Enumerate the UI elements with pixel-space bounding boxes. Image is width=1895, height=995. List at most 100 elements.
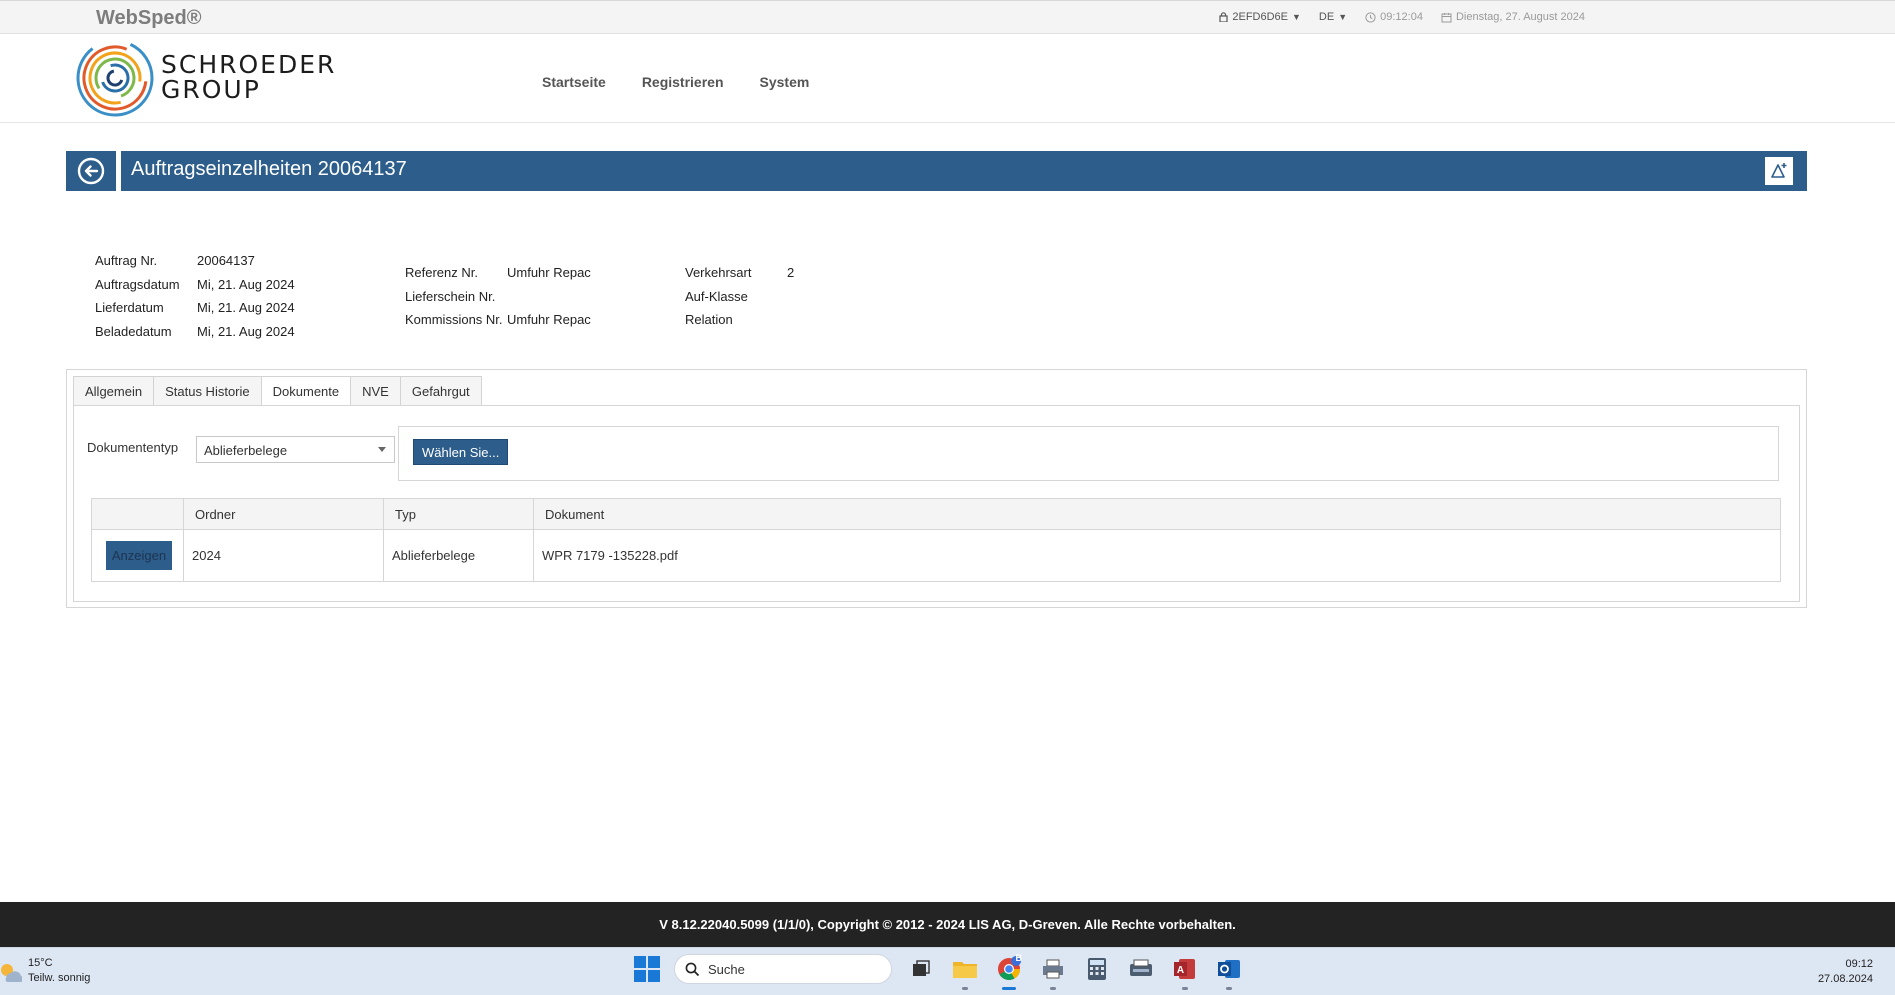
add-alert-button[interactable]: [1765, 157, 1793, 185]
info-value: Umfuhr Repac: [507, 265, 591, 280]
running-indicator: [962, 987, 968, 990]
info-row: Lieferdatum Mi, 21. Aug 2024: [95, 300, 295, 324]
table-cell-document: WPR 7179 -135228.pdf: [542, 548, 678, 563]
taskbar-apps: Suche B A: [634, 953, 1244, 990]
calculator-icon[interactable]: [1082, 954, 1112, 984]
info-row: Verkehrsart 2: [685, 265, 794, 289]
weather-desc: Teilw. sonnig: [28, 972, 91, 984]
caret-down-icon: ▼: [1292, 12, 1301, 22]
back-button[interactable]: [66, 151, 116, 191]
order-info-left: Auftrag Nr. 20064137 Auftragsdatum Mi, 21.…: [95, 253, 295, 347]
access-icon[interactable]: A: [1170, 954, 1200, 990]
info-label: Verkehrsart: [685, 265, 752, 280]
table-row: Anzeigen 2024 Ablieferbelege WPR 7179 -1…: [92, 530, 1780, 581]
info-row: Relation: [685, 312, 794, 336]
tab-general[interactable]: Allgemein: [73, 376, 154, 406]
info-label: Lieferschein Nr.: [405, 288, 496, 304]
column-header-folder: Ordner: [184, 499, 384, 529]
logo-text: SCHROEDER GROUP: [161, 52, 336, 102]
table-cell-folder: 2024: [184, 530, 384, 581]
upload-box: Wählen Sie...: [398, 426, 1779, 481]
system-clock[interactable]: 09:12 27.08.2024: [1818, 957, 1873, 987]
warning-plus-icon: [1771, 163, 1787, 178]
printer-icon[interactable]: [1038, 954, 1068, 990]
top-bar: WebSped® 2EFD6D6E ▼ DE ▼ 09:12:04 Dienst…: [0, 0, 1895, 34]
language-menu[interactable]: DE ▼: [1319, 11, 1347, 23]
info-row: Referenz Nr. Umfuhr Repac: [405, 265, 591, 289]
table-header: Ordner Typ Dokument: [92, 499, 1780, 530]
session-menu[interactable]: 2EFD6D6E ▼: [1219, 11, 1301, 23]
caret-down-icon: ▼: [1338, 12, 1348, 22]
choose-file-button[interactable]: Wählen Sie...: [413, 439, 509, 465]
caret-down-icon: [378, 447, 386, 452]
order-info-right: Verkehrsart 2 Auf-Klasse Relation: [685, 265, 794, 336]
clock-icon: [1365, 11, 1376, 23]
date-value: Dienstag, 27. August 2024: [1455, 11, 1585, 23]
info-value: Mi, 21. Aug 2024: [197, 323, 295, 339]
taskbar-search[interactable]: Suche: [674, 954, 892, 984]
arrow-left-circle-icon: [77, 157, 105, 185]
info-label: Lieferdatum: [95, 300, 164, 315]
time-value: 09:12:04: [1380, 11, 1423, 23]
header: SCHROEDER GROUP Startseite Registrieren …: [0, 34, 1895, 123]
document-type-value: Ablieferbelege: [204, 443, 288, 458]
info-row: Beladedatum Mi, 21. Aug 2024: [95, 324, 295, 348]
running-indicator: [1182, 987, 1188, 990]
tab-documents[interactable]: Dokumente: [260, 376, 351, 406]
column-header-document: Dokument: [545, 506, 605, 522]
tab-nve[interactable]: NVE: [350, 376, 400, 406]
info-label: Auf-Klasse: [685, 288, 748, 304]
main-nav: Startseite Registrieren System: [542, 74, 809, 90]
page-header: Auftragseinzelheiten 20064137: [66, 151, 1807, 191]
info-value: Mi, 21. Aug 2024: [197, 276, 295, 292]
tab-dangerous-goods[interactable]: Gefahrgut: [399, 376, 482, 406]
show-document-button[interactable]: Anzeigen: [106, 541, 172, 570]
table-cell-type: Ablieferbelege: [384, 530, 534, 581]
document-type-select[interactable]: Ablieferbelege: [196, 436, 395, 463]
running-indicator: [1226, 987, 1232, 990]
nav-register[interactable]: Registrieren: [642, 74, 724, 90]
document-type-label: Dokumententyp: [87, 440, 179, 455]
column-header-action: [92, 499, 184, 529]
clock-date: 27.08.2024: [1817, 973, 1873, 985]
running-indicator: [1050, 987, 1056, 990]
svg-text:A: A: [1177, 965, 1184, 976]
footer: V 8.12.22040.5099 (1/1/0), Copyright © 2…: [0, 902, 1895, 947]
windows-start-icon[interactable]: [634, 956, 660, 982]
date-display: Dienstag, 27. August 2024: [1441, 11, 1585, 23]
info-value: Umfuhr Repac: [507, 312, 591, 327]
page-title: Auftragseinzelheiten 20064137: [131, 158, 407, 180]
language-value: DE: [1318, 11, 1335, 23]
info-value: 2: [787, 265, 795, 280]
outlook-icon[interactable]: [1214, 954, 1244, 990]
tab-bar: Allgemein Status Historie Dokumente NVE …: [73, 376, 482, 406]
partly-sunny-icon: [1, 964, 22, 982]
info-value: 20064137: [197, 253, 255, 268]
title-bar: Auftragseinzelheiten 20064137: [121, 151, 1807, 191]
profile-badge: B: [1015, 953, 1023, 963]
info-row: Auftrag Nr. 20064137: [95, 253, 295, 277]
info-label: Auftragsdatum: [95, 276, 180, 292]
documents-table: Ordner Typ Dokument Anzeigen 2024 Ablief…: [91, 498, 1781, 582]
order-info-middle: Referenz Nr. Umfuhr Repac Lieferschein Nr…: [405, 265, 591, 336]
taskbar: 15°C Teilw. sonnig Suche B A 09:12 27.08…: [0, 947, 1895, 995]
file-explorer-icon[interactable]: [950, 954, 980, 990]
nav-home[interactable]: Startseite: [542, 74, 606, 90]
tab-status-history[interactable]: Status Historie: [153, 376, 261, 406]
scanner-icon[interactable]: [1126, 954, 1156, 984]
weather-widget[interactable]: 15°C Teilw. sonnig: [0, 956, 90, 986]
info-label: Beladedatum: [95, 323, 172, 339]
search-icon: [685, 962, 700, 976]
table-cell-action: Anzeigen: [92, 530, 184, 581]
info-label: Kommissions Nr.: [405, 312, 503, 327]
weather-temp: 15°C: [28, 957, 53, 969]
nav-system[interactable]: System: [760, 74, 810, 90]
task-view-icon[interactable]: [906, 954, 936, 984]
schroeder-logo-icon[interactable]: [74, 34, 156, 122]
chrome-icon[interactable]: B: [994, 953, 1024, 990]
session-id: 2EFD6D6E: [1232, 11, 1288, 23]
info-value: Mi, 21. Aug 2024: [197, 300, 295, 315]
top-bar-status: 2EFD6D6E ▼ DE ▼ 09:12:04 Dienstag, 27. A…: [1219, 11, 1585, 23]
info-row: Kommissions Nr. Umfuhr Repac: [405, 312, 591, 336]
calendar-icon: [1441, 12, 1452, 22]
